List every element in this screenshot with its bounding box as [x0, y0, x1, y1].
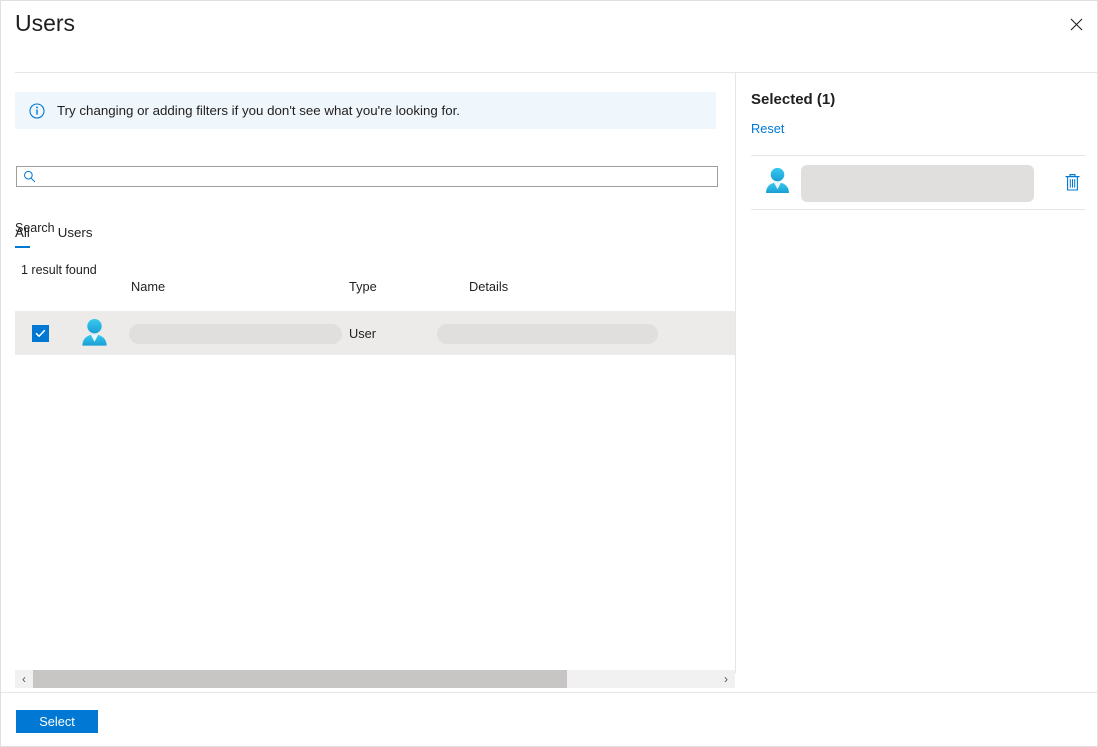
table-header-row: Name Type Details [1, 275, 735, 305]
user-avatar-icon [77, 316, 112, 351]
users-picker-dialog: Users Try changing or adding filters if … [0, 0, 1098, 747]
column-header-details: Details [469, 279, 508, 294]
tab-all[interactable]: All [15, 225, 30, 248]
row-checkbox[interactable] [32, 325, 49, 342]
close-glyph [1070, 18, 1083, 31]
reset-link[interactable]: Reset [751, 121, 784, 136]
page-title: Users [15, 10, 75, 37]
footer-divider [1, 692, 1097, 693]
select-button[interactable]: Select [16, 710, 98, 733]
scroll-thumb[interactable] [33, 670, 567, 688]
trash-glyph [1064, 173, 1081, 192]
selected-title: Selected (1) [751, 91, 835, 108]
info-banner: Try changing or adding filters if you do… [15, 92, 716, 129]
dialog-header: Users [1, 1, 1097, 72]
tab-users[interactable]: Users [58, 225, 93, 248]
trash-icon[interactable] [1060, 170, 1084, 194]
results-table: Name Type Details [1, 275, 735, 305]
scroll-track[interactable] [33, 670, 717, 688]
user-avatar-icon [761, 165, 794, 198]
search-box[interactable] [16, 166, 718, 187]
cell-type: User [349, 326, 376, 341]
check-icon [35, 328, 46, 339]
filter-tabs: All Users [15, 225, 121, 248]
selected-name-redacted [801, 165, 1034, 202]
table-row[interactable]: User [15, 311, 735, 355]
horizontal-scrollbar[interactable]: ‹ › [15, 670, 735, 688]
cell-name-redacted [129, 324, 342, 344]
close-icon[interactable] [1060, 9, 1092, 39]
info-icon [29, 103, 45, 119]
column-header-name: Name [131, 279, 165, 294]
browse-pane: Try changing or adding filters if you do… [1, 73, 735, 692]
info-banner-text: Try changing or adding filters if you do… [57, 103, 460, 118]
selected-pane: Selected (1) Reset [736, 73, 1097, 692]
search-input[interactable] [41, 168, 681, 185]
column-header-type: Type [349, 279, 377, 294]
selected-list [751, 155, 1085, 210]
scroll-left-arrow-icon[interactable]: ‹ [15, 670, 33, 688]
list-item [751, 155, 1085, 210]
search-icon [23, 170, 36, 183]
cell-details-redacted [437, 324, 658, 344]
scroll-right-arrow-icon[interactable]: › [717, 670, 735, 688]
